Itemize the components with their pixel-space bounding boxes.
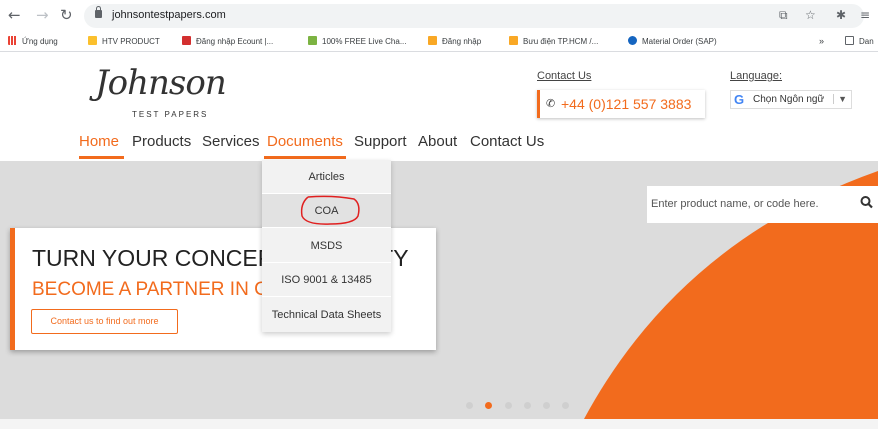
bookmark-ecount[interactable]: Đăng nhập Ecount |... [182,36,273,46]
bookmark-htv[interactable]: HTV PRODUCT [88,36,160,46]
language-select-value: Chọn Ngôn ngữ [753,94,825,105]
menu-icon[interactable]: ≡ [860,8,870,22]
nav-home-underline [79,156,124,159]
logo-subtext: TEST PAPERS [132,110,209,119]
livechat-icon [308,36,317,45]
below-hero-strip [0,419,878,429]
contact-us-button[interactable]: Contact us to find out more [31,309,178,334]
lock-icon [95,6,102,18]
bookmark-livechat[interactable]: 100% FREE Live Cha... [308,36,406,46]
red-annotation-circle [300,195,360,225]
slide-dot-3[interactable] [505,402,512,409]
nav-documents[interactable]: Documents [267,133,343,150]
phone-number[interactable]: +44 (0)121 557 3883 [561,96,691,112]
apps-grid-icon [8,36,17,45]
slide-dot-6[interactable] [562,402,569,409]
dropdown-item-tds[interactable]: Technical Data Sheets [262,298,391,332]
phone-box: ✆ +44 (0)121 557 3883 [537,90,705,118]
dropdown-item-msds[interactable]: MSDS [262,229,391,263]
language-select[interactable]: G Chọn Ngôn ngữ ▼ [730,90,852,109]
slide-dot-5[interactable] [543,402,550,409]
annotation-ellipse [300,195,360,225]
post-icon [509,36,518,45]
chevron-down-icon: ▼ [833,94,847,104]
bookmark-post[interactable]: Bưu điện TP.HCM /... [509,36,598,46]
nav-about[interactable]: About [418,133,457,150]
bookmark-dan[interactable]: Dan [845,36,874,46]
more-bookmarks[interactable]: » [819,36,824,46]
logo[interactable]: Johnson [95,63,227,103]
google-icon: G [734,92,745,107]
phone-icon: ✆ [546,97,556,110]
slide-dot-2[interactable] [485,402,492,409]
folder-icon [88,36,97,45]
browser-toolbar: ← → ↻ johnsontestpapers.com ⧉ ☆ ✱ ≡ [0,0,878,32]
search-input[interactable] [651,198,851,210]
back-icon[interactable]: ← [8,6,21,24]
slide-dot-4[interactable] [524,402,531,409]
nav-contact-us[interactable]: Contact Us [470,133,544,150]
mail-icon [428,36,437,45]
slide-dot-1[interactable] [466,402,473,409]
bookmark-login[interactable]: Đăng nhập [428,36,481,46]
url-text[interactable]: johnsontestpapers.com [112,9,226,21]
translate-icon[interactable]: ⧉ [779,8,788,23]
reload-icon[interactable]: ↻ [60,6,73,24]
sap-icon [628,36,637,45]
nav-products[interactable]: Products [132,133,191,150]
star-icon[interactable]: ☆ [805,8,816,22]
bookmark-sap[interactable]: Material Order (SAP) [628,36,717,46]
search-icon[interactable] [860,195,874,211]
nav-documents-underline [264,156,346,159]
bookmarks-bar: Ứng dụng HTV PRODUCT Đăng nhập Ecount |.… [0,32,878,52]
nav-home[interactable]: Home [79,133,119,150]
bookmark-apps[interactable]: Ứng dụng [8,36,58,46]
nav-support[interactable]: Support [354,133,407,150]
documents-dropdown: Articles COA MSDS ISO 9001 & 13485 Techn… [262,160,391,332]
forward-icon[interactable]: → [36,6,49,24]
doc-icon [845,36,854,45]
dropdown-item-iso[interactable]: ISO 9001 & 13485 [262,263,391,297]
dropdown-item-articles[interactable]: Articles [262,160,391,194]
nav-services[interactable]: Services [202,133,260,150]
ecount-icon [182,36,191,45]
search-box [647,186,878,223]
promo-subtitle: BECOME A PARTNER IN C [32,279,268,300]
header-contact-link[interactable]: Contact Us [537,70,591,82]
extensions-icon[interactable]: ✱ [836,8,846,22]
language-label: Language: [730,70,782,82]
